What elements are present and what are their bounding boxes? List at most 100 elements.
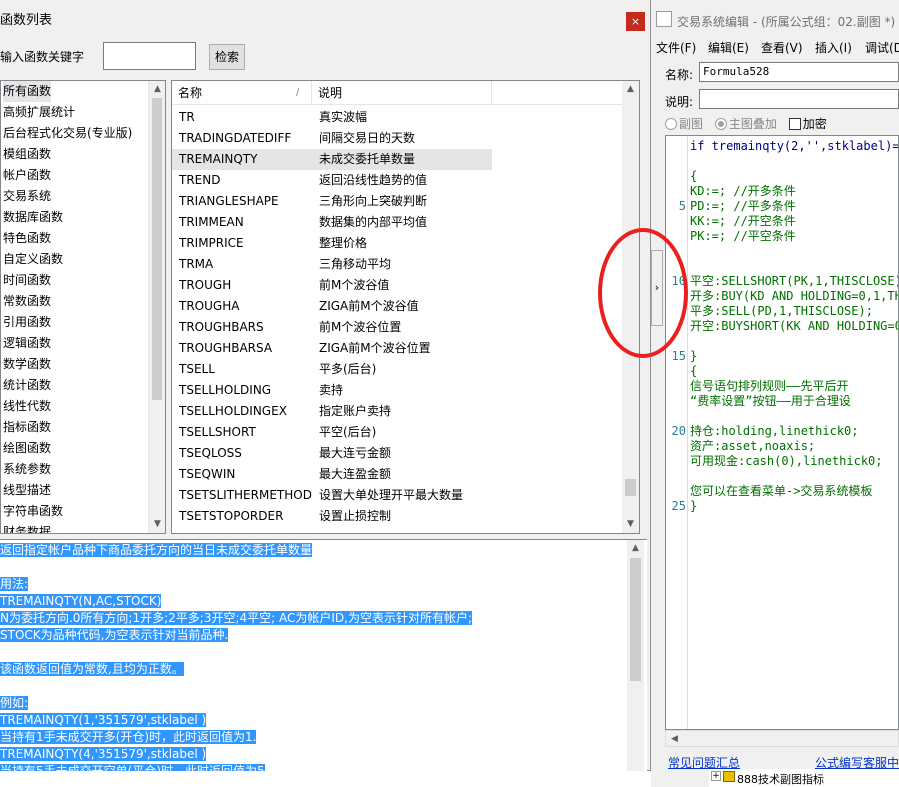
menu-file[interactable]: 文件(F)	[656, 39, 696, 56]
description-text: 例如:	[0, 696, 29, 710]
code-editor[interactable]: 5 10 15 20 25 if tremainqty(2,'',stklabel)=0…	[665, 135, 899, 730]
description-line: STOCK为品种代码,为空表示针对当前品种.	[0, 627, 229, 644]
code-line: 平空:SELLSHORT(PK,1,THISCLOSE)	[690, 274, 899, 288]
table-row[interactable]: TRADINGDATEDIFF 间隔交易日的天数	[172, 128, 492, 149]
code-line: 您可以在查看菜单->交易系统模板	[690, 484, 873, 498]
category-item[interactable]: 帐户函数	[3, 165, 51, 186]
description-text: N为委托方向.0所有方向;1开多;2平多;3开空;4平空; AC为帐户ID,为空…	[0, 611, 473, 625]
category-item[interactable]: 模组函数	[3, 144, 51, 165]
table-row[interactable]: TSETSTOPORDER 设置止损控制	[172, 506, 492, 527]
category-item[interactable]: 财务数据	[3, 522, 51, 533]
code-line: 可用现金:cash(0),linethick0;	[690, 454, 883, 468]
scroll-up-icon[interactable]: ▲	[149, 81, 165, 98]
table-row[interactable]: TRIMPRICE 整理价格	[172, 233, 492, 254]
scroll-down-icon[interactable]: ▼	[149, 516, 165, 533]
formula-tree-fragment: + 888技术副图指标	[709, 769, 899, 787]
description-pane[interactable]: 返回指定帐户品种下商品委托方向的当日未成交委托单数量 用法: TREMAINQTY(…	[0, 539, 647, 771]
description-field[interactable]	[699, 89, 899, 109]
table-row[interactable]: TROUGH 前M个波谷值	[172, 275, 492, 296]
table-row[interactable]: TRIANGLESHAPE 三角形向上突破判断	[172, 191, 492, 212]
table-row[interactable]: TSELLHOLDING 卖持	[172, 380, 492, 401]
sort-icon: /	[296, 87, 300, 98]
category-item[interactable]: 系统参数	[3, 459, 51, 480]
category-item[interactable]: 常数函数	[3, 291, 51, 312]
scroll-thumb[interactable]	[625, 479, 636, 496]
code-horizontal-scrollbar[interactable]: ◀	[665, 730, 899, 747]
category-item[interactable]: 高频扩展统计	[3, 102, 75, 123]
description-text: STOCK为品种代码,为空表示针对当前品种.	[0, 628, 229, 642]
function-name: TRIANGLESHAPE	[179, 194, 279, 208]
scroll-up-icon[interactable]: ▲	[627, 540, 644, 557]
close-button[interactable]: ×	[626, 12, 645, 31]
category-item[interactable]: 统计函数	[3, 375, 51, 396]
table-row[interactable]: TSELLHOLDINGEX 指定账户卖持	[172, 401, 492, 422]
category-item[interactable]: 特色函数	[3, 228, 51, 249]
category-scrollbar[interactable]: ▲ ▼	[148, 81, 165, 533]
option-encrypt[interactable]: 加密	[788, 117, 827, 131]
category-item[interactable]: 绘图函数	[3, 438, 51, 459]
code-line: 开空:BUYSHORT(KK AND HOLDING=0	[690, 319, 899, 333]
description-text: TREMAINQTY(N,AC,STOCK)	[0, 594, 162, 608]
search-button[interactable]: 检索	[209, 44, 245, 70]
function-desc: 前M个波谷值	[319, 278, 390, 292]
function-name: TROUGHBARS	[179, 320, 264, 334]
function-desc: 设置止损控制	[319, 509, 392, 523]
menu-view[interactable]: 查看(V)	[761, 39, 803, 56]
option-main-overlay[interactable]: 主图叠加	[714, 117, 777, 131]
category-item[interactable]: 指标函数	[3, 417, 51, 438]
category-item[interactable]: 字符串函数	[3, 501, 63, 522]
table-row[interactable]: TRIMMEAN 数据集的内部平均值	[172, 212, 492, 233]
scroll-up-icon[interactable]: ▲	[622, 81, 639, 98]
category-item[interactable]: 自定义函数	[3, 249, 63, 270]
option-sub-chart[interactable]: 副图	[665, 117, 703, 131]
scroll-left-icon[interactable]: ◀	[666, 731, 683, 748]
description-scrollbar[interactable]: ▲	[627, 540, 644, 771]
category-item[interactable]: 交易系统	[3, 186, 51, 207]
table-row[interactable]: TSETSLITHERMETHOD 设置大单处理开平最大数量	[172, 485, 492, 506]
name-label: 名称:	[665, 68, 694, 82]
scroll-down-icon[interactable]: ▼	[622, 516, 639, 533]
category-list[interactable]: 所有函数 高频扩展统计 后台程式化交易(专业版) 模组函数 帐户函数 交易系统 …	[0, 80, 166, 534]
category-item[interactable]: 线型描述	[3, 480, 51, 501]
function-name: TROUGH	[179, 278, 232, 292]
category-item[interactable]: 所有函数	[3, 81, 52, 102]
table-row[interactable]: TROUGHBARS 前M个波谷位置	[172, 317, 492, 338]
category-item[interactable]: 数据库函数	[3, 207, 63, 228]
table-row[interactable]: TROUGHA ZIGA前M个波谷值	[172, 296, 492, 317]
table-row[interactable]: TREND 返回沿线性趋势的值	[172, 170, 492, 191]
table-row[interactable]: TRMA 三角移动平均	[172, 254, 492, 275]
description-text: 该函数返回值为常数,且均为正数。	[0, 662, 184, 676]
tree-node-label[interactable]: 888技术副图指标	[737, 771, 824, 787]
table-row[interactable]: TSELL 平多(后台)	[172, 359, 492, 380]
menu-edit[interactable]: 编辑(E)	[708, 39, 749, 56]
function-desc: ZIGA前M个波谷位置	[319, 341, 431, 355]
menu-debug[interactable]: 调试(D	[865, 39, 899, 56]
category-item[interactable]: 线性代数	[3, 396, 51, 417]
name-field[interactable]: Formula528	[699, 62, 899, 82]
description-line: 返回指定帐户品种下商品委托方向的当日未成交委托单数量	[0, 542, 313, 559]
code-line: PK:=; //平空条件	[690, 229, 796, 243]
scroll-thumb[interactable]	[152, 98, 162, 400]
table-row[interactable]: TSEQLOSS 最大连亏金额	[172, 443, 492, 464]
expand-icon[interactable]: +	[711, 771, 721, 781]
column-header-name[interactable]: 名称 /	[172, 81, 312, 105]
menu-insert[interactable]: 插入(I)	[815, 39, 852, 56]
category-item[interactable]: 时间函数	[3, 270, 51, 291]
table-row[interactable]: TROUGHBARSA ZIGA前M个波谷位置	[172, 338, 492, 359]
category-item[interactable]: 后台程式化交易(专业版)	[3, 123, 132, 144]
table-row[interactable]: TSELLSHORT 平空(后台)	[172, 422, 492, 443]
code-line: KD:=; //开多条件	[690, 184, 796, 198]
description-line: TREMAINQTY(N,AC,STOCK)	[0, 593, 162, 610]
column-header-desc[interactable]: 说明	[312, 81, 492, 105]
column-header-name-label: 名称	[178, 86, 203, 100]
category-item[interactable]: 逻辑函数	[3, 333, 51, 354]
table-row[interactable]: TR 真实波幅	[172, 107, 492, 128]
table-row[interactable]: TSEQWIN 最大连盈金额	[172, 464, 492, 485]
category-item[interactable]: 引用函数	[3, 312, 51, 333]
description-line: N为委托方向.0所有方向;1开多;2平多;3开空;4平空; AC为帐户ID,为空…	[0, 610, 473, 627]
keyword-input[interactable]	[103, 42, 196, 70]
category-item[interactable]: 数学函数	[3, 354, 51, 375]
table-row[interactable]: TREMAINQTY 未成交委托单数量	[172, 149, 492, 170]
function-name: TRIMMEAN	[179, 215, 244, 229]
scroll-thumb[interactable]	[630, 558, 641, 681]
